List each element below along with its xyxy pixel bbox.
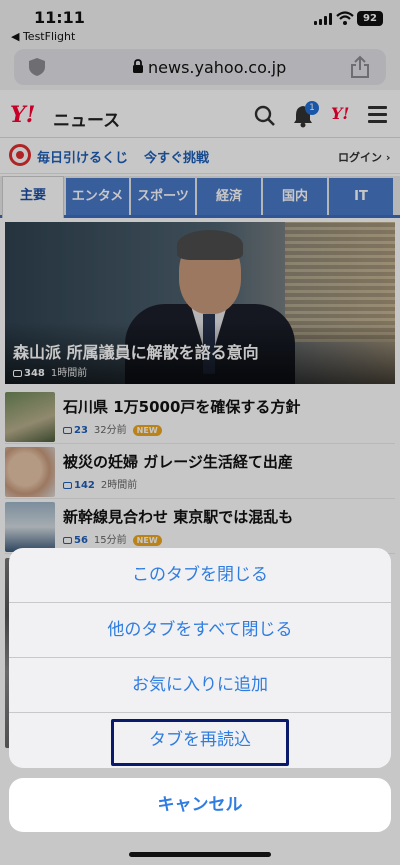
cancel-button[interactable]: キャンセル <box>9 778 391 832</box>
close-this-tab-button[interactable]: このタブを閉じる <box>9 548 391 603</box>
add-to-favorites-button[interactable]: お気に入りに追加 <box>9 658 391 713</box>
selection-highlight <box>111 719 289 766</box>
home-indicator[interactable] <box>129 852 271 857</box>
close-other-tabs-button[interactable]: 他のタブをすべて閉じる <box>9 603 391 658</box>
